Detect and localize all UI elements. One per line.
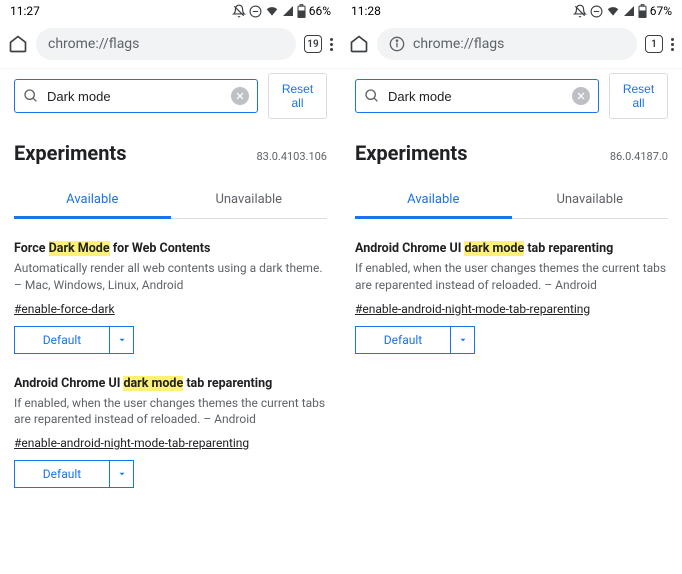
dnd-icon bbox=[249, 5, 262, 18]
reset-all-button[interactable]: Reset all bbox=[609, 73, 668, 119]
status-icons: 66% bbox=[232, 4, 331, 18]
version-text: 83.0.4103.106 bbox=[256, 150, 327, 163]
tab-bar: Available Unavailable bbox=[355, 183, 668, 219]
status-time: 11:27 bbox=[10, 4, 40, 18]
flag-item: Android Chrome UI dark mode tab reparent… bbox=[355, 241, 668, 354]
tab-switcher-button[interactable]: 1 bbox=[645, 35, 663, 53]
flag-search-input[interactable] bbox=[47, 89, 223, 104]
flag-title: Android Chrome UI dark mode tab reparent… bbox=[14, 376, 327, 391]
browser-toolbar: chrome://flags 1 bbox=[341, 22, 682, 66]
signal-icon bbox=[623, 5, 635, 17]
flag-select[interactable]: Default bbox=[355, 326, 475, 354]
version-text: 86.0.4187.0 bbox=[610, 150, 668, 163]
highlight: Dark Mode bbox=[49, 241, 110, 256]
menu-icon[interactable] bbox=[671, 38, 674, 51]
divider bbox=[0, 68, 341, 69]
flag-select[interactable]: Default bbox=[14, 460, 134, 488]
status-bar: 11:28 67% bbox=[341, 0, 682, 22]
flag-search-input[interactable] bbox=[388, 89, 564, 104]
page-title: Experiments bbox=[355, 141, 467, 165]
battery-icon bbox=[638, 4, 647, 18]
browser-toolbar: chrome://flags 19 bbox=[0, 22, 341, 66]
flag-title: Android Chrome UI dark mode tab reparent… bbox=[355, 241, 668, 256]
home-icon[interactable] bbox=[349, 34, 369, 54]
tab-available[interactable]: Available bbox=[14, 183, 171, 219]
url-text: chrome://flags bbox=[48, 36, 139, 52]
highlight: dark mode bbox=[464, 241, 524, 256]
tab-available[interactable]: Available bbox=[355, 183, 512, 219]
divider bbox=[341, 68, 682, 69]
signal-icon bbox=[282, 5, 294, 17]
flag-search-box[interactable] bbox=[355, 79, 599, 113]
chevron-down-icon bbox=[109, 461, 133, 487]
home-icon[interactable] bbox=[8, 34, 28, 54]
status-time: 11:28 bbox=[351, 4, 381, 18]
clear-icon[interactable] bbox=[231, 87, 249, 105]
clear-icon[interactable] bbox=[572, 87, 590, 105]
reset-all-button[interactable]: Reset all bbox=[268, 73, 327, 119]
url-text: chrome://flags bbox=[413, 36, 504, 52]
flag-description: If enabled, when the user changes themes… bbox=[14, 395, 327, 429]
dnd-icon bbox=[590, 5, 603, 18]
tab-unavailable[interactable]: Unavailable bbox=[512, 183, 669, 218]
status-bar: 11:27 66% bbox=[0, 0, 341, 22]
bell-off-icon bbox=[232, 4, 246, 18]
flag-title: Force Dark Mode for Web Contents bbox=[14, 241, 327, 256]
bell-off-icon bbox=[573, 4, 587, 18]
tab-switcher-button[interactable]: 19 bbox=[304, 35, 322, 53]
flag-search-box[interactable] bbox=[14, 79, 258, 113]
chevron-down-icon bbox=[109, 327, 133, 353]
flag-item: Android Chrome UI dark mode tab reparent… bbox=[14, 376, 327, 489]
flag-item: Force Dark Mode for Web Contents Automat… bbox=[14, 241, 327, 354]
battery-percent: 66% bbox=[309, 4, 331, 18]
flag-link[interactable]: #enable-force-dark bbox=[14, 302, 115, 316]
chevron-down-icon bbox=[450, 327, 474, 353]
battery-icon bbox=[297, 4, 306, 18]
battery-percent: 67% bbox=[650, 4, 672, 18]
omnibox[interactable]: chrome://flags bbox=[377, 28, 637, 60]
flag-description: Automatically render all web contents us… bbox=[14, 260, 327, 294]
status-icons: 67% bbox=[573, 4, 672, 18]
highlight: dark mode bbox=[123, 376, 183, 391]
info-icon[interactable] bbox=[389, 36, 405, 52]
omnibox[interactable]: chrome://flags bbox=[36, 28, 296, 60]
wifi-icon bbox=[265, 4, 279, 18]
wifi-icon bbox=[606, 4, 620, 18]
flag-link[interactable]: #enable-android-night-mode-tab-reparenti… bbox=[355, 302, 590, 316]
search-icon bbox=[23, 88, 39, 104]
flag-link[interactable]: #enable-android-night-mode-tab-reparenti… bbox=[14, 436, 249, 450]
flag-select[interactable]: Default bbox=[14, 326, 134, 354]
search-icon bbox=[364, 88, 380, 104]
tab-unavailable[interactable]: Unavailable bbox=[171, 183, 328, 218]
page-title: Experiments bbox=[14, 141, 126, 165]
menu-icon[interactable] bbox=[330, 38, 333, 51]
tab-bar: Available Unavailable bbox=[14, 183, 327, 219]
flag-description: If enabled, when the user changes themes… bbox=[355, 260, 668, 294]
